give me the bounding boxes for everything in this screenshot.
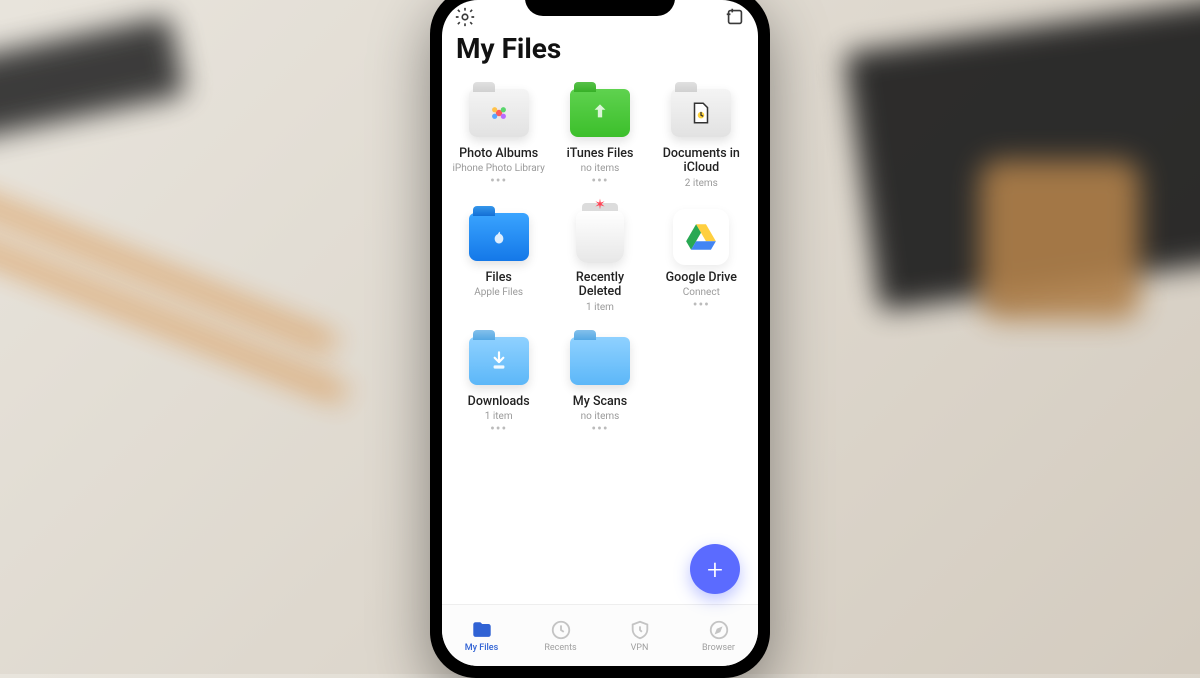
green-folder-icon [568, 85, 632, 141]
folder-title: Google Drive [666, 271, 737, 285]
folder-title: Photo Albums [459, 147, 538, 161]
tab-browser[interactable]: Browser [679, 605, 758, 666]
window-icon [724, 6, 746, 28]
phone-frame: My Files Photo Albums iPhone Photo Libra… [430, 0, 770, 678]
folder-subtitle: 1 item [586, 302, 614, 313]
more-button[interactable]: ••• [693, 301, 710, 309]
folder-title: Downloads [468, 395, 530, 409]
bottom-tab-bar: My Files Recents VPN Browser [442, 604, 758, 666]
more-button[interactable]: ••• [591, 425, 608, 433]
more-button[interactable]: ••• [490, 177, 507, 185]
folder-subtitle: Apple Files [474, 287, 523, 298]
more-button[interactable]: ••• [591, 177, 608, 185]
tab-recents[interactable]: Recents [521, 605, 600, 666]
folder-item-itunes-files[interactable]: iTunes Files no items ••• [551, 81, 648, 193]
folder-item-downloads[interactable]: Downloads 1 item ••• [450, 329, 547, 437]
tab-vpn[interactable]: VPN [600, 605, 679, 666]
tab-label: My Files [465, 643, 499, 653]
folder-icon [471, 619, 493, 641]
files-grid: Photo Albums iPhone Photo Library ••• iT… [442, 75, 758, 604]
downloads-folder-icon [467, 333, 531, 389]
folder-item-documents-icloud[interactable]: Documents in iCloud 2 items [653, 81, 750, 193]
phone-notch [525, 0, 675, 16]
new-window-button[interactable] [724, 6, 746, 28]
tab-label: Browser [702, 643, 735, 653]
photos-folder-icon [467, 85, 531, 141]
add-button[interactable]: + [690, 544, 740, 594]
decorative-wood-block [980, 160, 1140, 320]
compass-icon [708, 619, 730, 641]
tab-my-files[interactable]: My Files [442, 605, 521, 666]
folder-item-photo-albums[interactable]: Photo Albums iPhone Photo Library ••• [450, 81, 547, 193]
scans-folder-icon [568, 333, 632, 389]
folder-item-recently-deleted[interactable]: Recently Deleted 1 item [551, 205, 648, 317]
folder-subtitle: 2 items [685, 178, 718, 189]
decorative-remote [0, 16, 186, 144]
folder-title: iTunes Files [567, 147, 634, 161]
settings-button[interactable] [454, 6, 476, 28]
page-title: My Files [442, 30, 758, 75]
google-drive-icon [669, 209, 733, 265]
apple-files-folder-icon [467, 209, 531, 265]
tab-label: VPN [631, 643, 649, 653]
gear-icon [454, 6, 476, 28]
trash-icon [568, 209, 632, 265]
tab-label: Recents [544, 643, 576, 653]
folder-title: Recently Deleted [555, 271, 645, 300]
more-button[interactable]: ••• [490, 425, 507, 433]
folder-item-my-scans[interactable]: My Scans no items ••• [551, 329, 648, 437]
app-screen: My Files Photo Albums iPhone Photo Libra… [442, 0, 758, 666]
clock-icon [550, 619, 572, 641]
decorative-pencil [0, 232, 347, 402]
documents-folder-icon [669, 85, 733, 141]
folder-title: My Scans [573, 395, 627, 409]
folder-title: Files [485, 271, 511, 285]
shield-icon [629, 619, 651, 641]
plus-icon: + [707, 553, 723, 586]
folder-item-files[interactable]: Files Apple Files [450, 205, 547, 317]
folder-title: Documents in iCloud [656, 147, 746, 176]
folder-item-google-drive[interactable]: Google Drive Connect ••• [653, 205, 750, 317]
